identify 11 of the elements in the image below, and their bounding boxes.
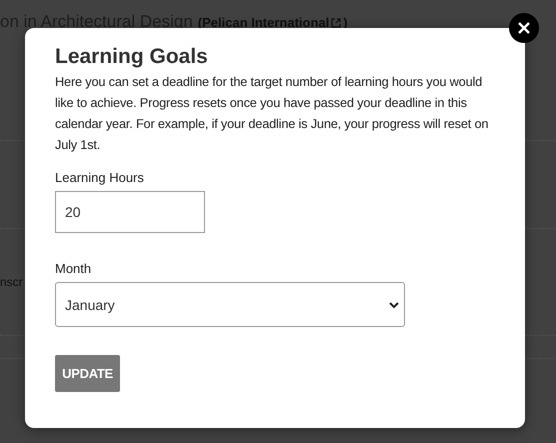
update-button[interactable]: UPDATE bbox=[55, 355, 120, 392]
close-icon bbox=[518, 22, 530, 34]
external-link-icon bbox=[331, 18, 342, 28]
dialog-description: Here you can set a deadline for the target number of learning hours you would like to achieve. Progress resets once you have passed your deadline in this calendar year. For example, if your deadline is June, your progress will reset on July 1st. bbox=[55, 73, 490, 154]
close-button[interactable] bbox=[509, 13, 539, 43]
month-dropdown[interactable]: January bbox=[55, 282, 405, 327]
chevron-down-icon bbox=[389, 300, 399, 308]
dialog-title: Learning Goals bbox=[55, 45, 209, 69]
field-label: Learning Hours bbox=[55, 170, 145, 185]
input-field[interactable]: 20 bbox=[55, 191, 205, 233]
field-label: Month bbox=[55, 261, 92, 276]
